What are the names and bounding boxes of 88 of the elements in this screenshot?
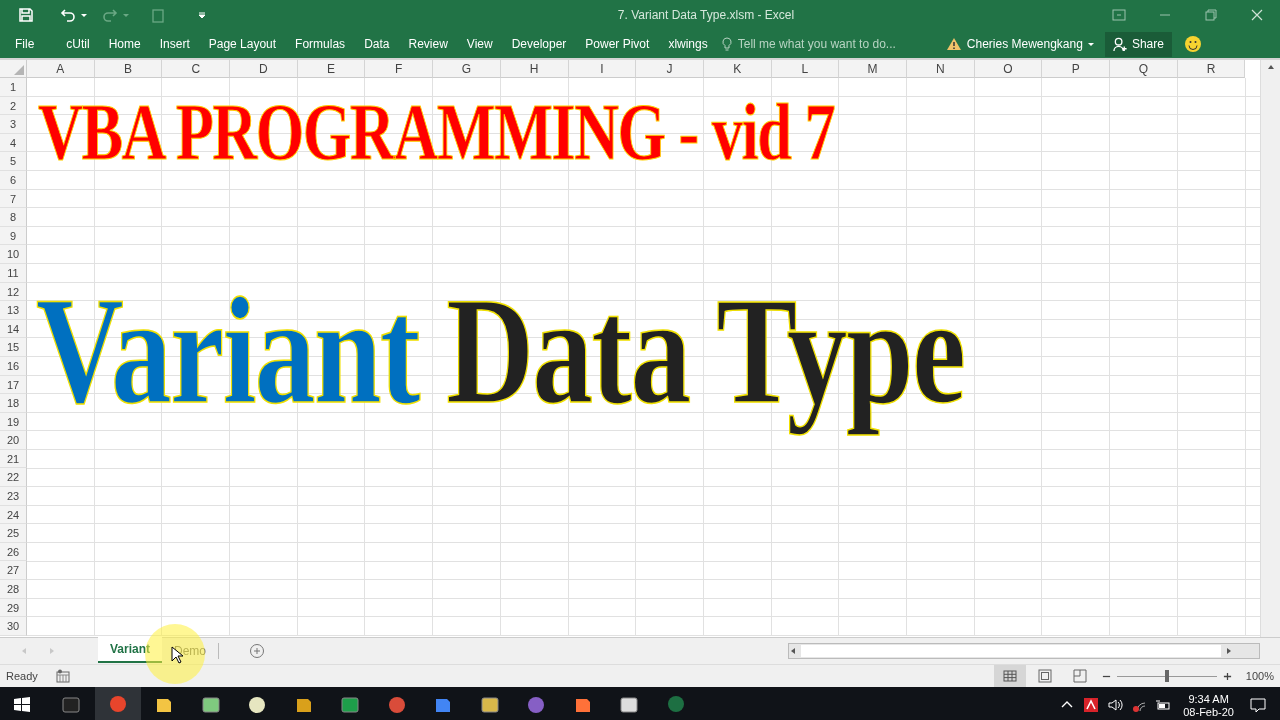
caret-icon bbox=[122, 11, 130, 19]
zoom-level[interactable]: 100% bbox=[1245, 670, 1274, 682]
caret-icon[interactable] bbox=[1086, 40, 1095, 48]
ribbon-tab[interactable]: xlwings bbox=[663, 33, 713, 55]
row-header[interactable]: 22 bbox=[0, 468, 27, 488]
row-header[interactable]: 1 bbox=[0, 78, 27, 97]
ribbon-tab[interactable]: Data bbox=[359, 33, 395, 55]
heading-word: Data Type bbox=[446, 266, 966, 437]
column-header[interactable]: N bbox=[906, 60, 975, 78]
status-text: Ready bbox=[6, 670, 38, 682]
ribbon-tab[interactable]: Home bbox=[103, 33, 146, 55]
macro-record-icon[interactable] bbox=[55, 669, 70, 683]
customize-icon[interactable] bbox=[198, 11, 206, 19]
row-header[interactable]: 3 bbox=[0, 115, 27, 134]
row-header[interactable]: 20 bbox=[0, 431, 27, 450]
column-header[interactable]: G bbox=[433, 60, 501, 78]
row-header[interactable]: 28 bbox=[0, 580, 27, 599]
row-header[interactable]: 23 bbox=[0, 487, 27, 506]
account-name[interactable]: Cheries Mewengkang bbox=[966, 37, 1083, 51]
row-header[interactable]: 8 bbox=[0, 208, 27, 227]
column-header[interactable]: A bbox=[27, 60, 95, 78]
row-header[interactable]: 15 bbox=[0, 338, 27, 357]
close-icon[interactable] bbox=[1250, 9, 1264, 21]
ribbon-tab[interactable]: Power Pivot bbox=[580, 33, 655, 55]
ribbon-tab[interactable]: Page Layout bbox=[203, 33, 282, 55]
battery-icon[interactable] bbox=[1155, 697, 1172, 713]
row-header[interactable]: 25 bbox=[0, 524, 27, 543]
add-sheet-icon[interactable] bbox=[249, 643, 266, 659]
undo-icon[interactable] bbox=[60, 7, 76, 23]
antivirus-icon[interactable] bbox=[1083, 697, 1100, 713]
person-add-icon bbox=[1112, 36, 1128, 52]
ribbon-tab[interactable]: Insert bbox=[154, 33, 195, 55]
window-title: 7. Variant Data Type.xlsm - Excel bbox=[616, 8, 796, 22]
file-tab[interactable]: File bbox=[10, 33, 40, 55]
ribbon-tab[interactable]: cUtil bbox=[61, 33, 95, 55]
column-header[interactable]: J bbox=[636, 60, 704, 78]
speaker-icon[interactable] bbox=[1107, 697, 1124, 713]
zoom-slider-thumb[interactable] bbox=[1164, 670, 1169, 682]
row-header[interactable]: 5 bbox=[0, 152, 27, 171]
scroll-right-icon[interactable] bbox=[1225, 647, 1233, 655]
column-header[interactable]: R bbox=[1177, 60, 1246, 78]
ribbon-tab[interactable]: Formulas bbox=[290, 33, 351, 55]
horizontal-scrollbar[interactable] bbox=[788, 643, 1260, 659]
clock-time[interactable]: 9:34 AM bbox=[1188, 692, 1229, 705]
share-button[interactable]: Share bbox=[1104, 31, 1172, 57]
sheet-tab[interactable]: Variant bbox=[98, 637, 163, 663]
normal-view-icon[interactable] bbox=[993, 665, 1026, 687]
column-header[interactable]: K bbox=[703, 60, 772, 78]
vertical-scrollbar[interactable] bbox=[1260, 60, 1280, 637]
row-header[interactable]: 27 bbox=[0, 561, 27, 581]
row-header[interactable]: 30 bbox=[0, 617, 27, 636]
column-header[interactable]: H bbox=[500, 60, 569, 78]
column-header[interactable]: P bbox=[1042, 60, 1110, 78]
smiley-icon[interactable] bbox=[1183, 35, 1202, 53]
column-header[interactable]: B bbox=[94, 60, 163, 78]
scroll-left-icon[interactable] bbox=[789, 647, 797, 655]
scroll-up-icon[interactable] bbox=[1266, 63, 1275, 71]
column-header[interactable]: Q bbox=[1110, 60, 1178, 78]
caret-icon[interactable] bbox=[80, 11, 88, 19]
search-field[interactable]: Tell me what you want to do... bbox=[737, 37, 896, 51]
column-header[interactable]: O bbox=[974, 60, 1043, 78]
column-header[interactable]: C bbox=[162, 60, 231, 78]
zoom-in-icon[interactable] bbox=[1222, 671, 1232, 681]
column-header[interactable]: D bbox=[230, 60, 298, 78]
lightbulb-icon bbox=[721, 37, 732, 51]
ribbon-tab[interactable]: View bbox=[461, 33, 498, 55]
column-header[interactable]: E bbox=[297, 60, 366, 78]
cell-grid[interactable] bbox=[27, 78, 1260, 636]
ribbon-tab[interactable]: Review bbox=[403, 33, 453, 55]
row-header[interactable]: 18 bbox=[0, 394, 27, 413]
clock-date[interactable]: 08-Feb-20 bbox=[1183, 705, 1234, 718]
clipboard-icon bbox=[150, 7, 166, 23]
warning-icon bbox=[945, 37, 962, 51]
scrollbar-thumb[interactable] bbox=[801, 645, 1221, 657]
notification-icon[interactable] bbox=[1250, 697, 1266, 713]
redo-icon bbox=[102, 7, 118, 23]
column-header[interactable]: I bbox=[568, 60, 637, 78]
save-icon[interactable] bbox=[18, 7, 34, 23]
column-header[interactable]: F bbox=[365, 60, 434, 78]
row-header[interactable]: 10 bbox=[0, 245, 27, 264]
row-header[interactable]: 13 bbox=[0, 301, 27, 320]
start-icon[interactable] bbox=[12, 695, 32, 715]
heading-word: Variant bbox=[36, 266, 421, 437]
sheet-title: VBA PROGRAMMING - vid 7 bbox=[38, 87, 835, 178]
zoom-slider[interactable] bbox=[1116, 669, 1217, 683]
column-header[interactable]: L bbox=[771, 60, 840, 78]
column-header[interactable]: M bbox=[839, 60, 907, 78]
ribbon-tab[interactable]: Developer bbox=[506, 33, 572, 55]
